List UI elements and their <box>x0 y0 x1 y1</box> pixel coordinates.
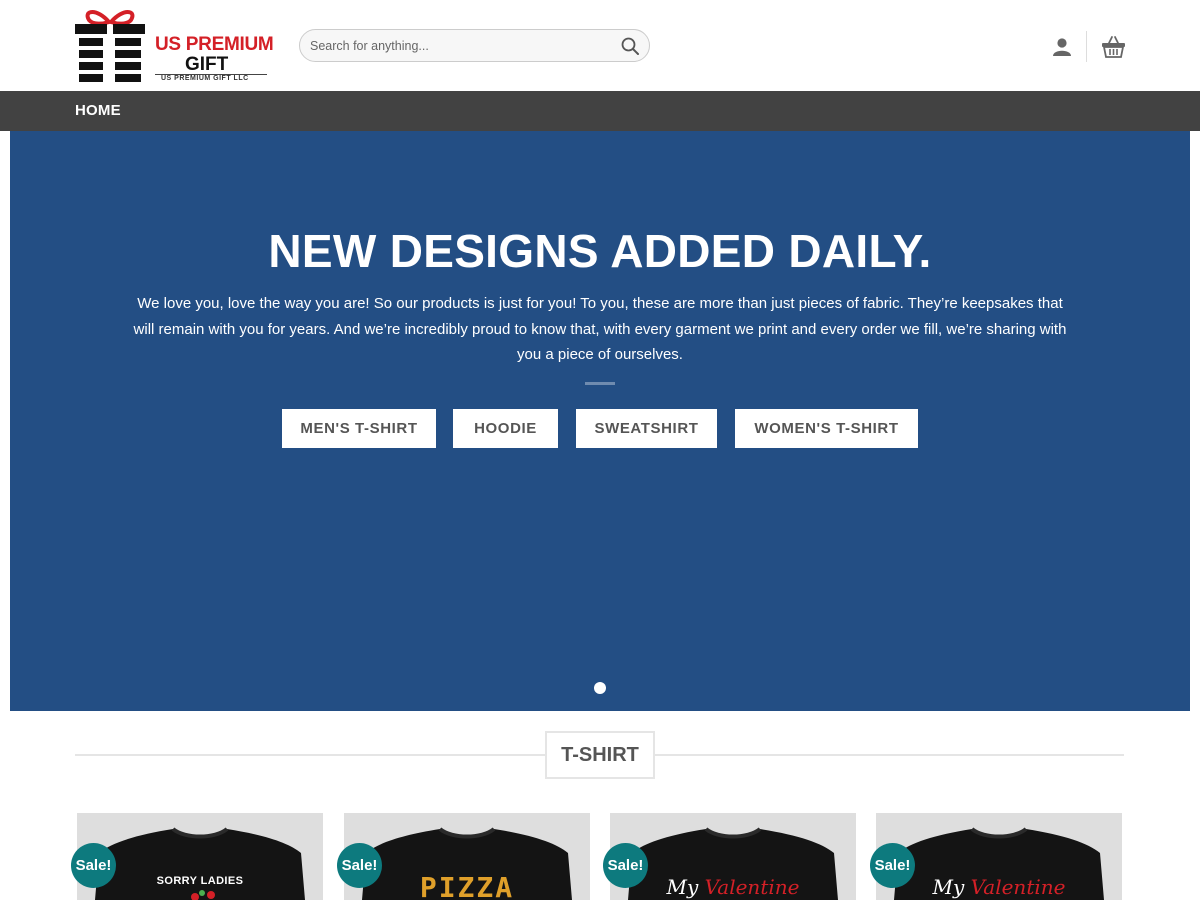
logo-text-company: US PREMIUM GIFT LLC <box>161 75 249 82</box>
sale-badge: Sale! <box>71 843 116 888</box>
shirt-print-word-2: Valentine <box>704 875 800 899</box>
header-divider <box>1086 31 1087 62</box>
sale-badge: Sale! <box>870 843 915 888</box>
shirt-print-text: PIZZA <box>419 871 515 900</box>
section-title: T-SHIRT <box>545 731 655 779</box>
logo-text-secondary: GIFT <box>185 54 229 75</box>
user-account-icon[interactable] <box>1051 36 1073 58</box>
sweatshirt-button[interactable]: SWEATSHIRT <box>576 409 717 448</box>
site-logo[interactable]: US PREMIUM GIFT US PREMIUM GIFT LLC <box>75 8 274 84</box>
hero-separator <box>585 382 615 385</box>
hero-banner: NEW DESIGNS ADDED DAILY. We love you, lo… <box>10 131 1190 711</box>
hoodie-button[interactable]: HOODIE <box>453 409 558 448</box>
gift-box-icon <box>75 10 145 82</box>
shopping-basket-icon[interactable] <box>1101 34 1126 59</box>
logo-text-primary: US PREMIUM <box>155 34 274 55</box>
shirt-print-text: My Valentine <box>876 875 1122 899</box>
section-divider-left <box>75 754 545 756</box>
site-header: US PREMIUM GIFT US PREMIUM GIFT LLC <box>0 0 1200 91</box>
sale-badge: Sale! <box>603 843 648 888</box>
womens-tshirt-button[interactable]: WOMEN'S T-SHIRT <box>735 409 918 448</box>
hero-description: We love you, love the way you are! So ou… <box>133 295 1067 363</box>
search-box <box>299 29 650 62</box>
main-navigation: HOME <box>0 91 1200 131</box>
search-input[interactable] <box>310 37 610 55</box>
search-icon[interactable] <box>620 36 640 56</box>
shirt-print-text: My Valentine <box>610 875 856 899</box>
shirt-print-word-1: My <box>932 875 965 899</box>
section-divider-right <box>655 754 1124 756</box>
shirt-print-word-2: Valentine <box>970 875 1066 899</box>
hero-title: NEW DESIGNS ADDED DAILY. <box>268 225 932 277</box>
sale-badge: Sale! <box>337 843 382 888</box>
slider-dot-active[interactable] <box>594 682 606 694</box>
product-card[interactable]: My Valentine <box>610 813 856 900</box>
nav-item-home[interactable]: HOME <box>75 102 121 119</box>
product-card[interactable]: PIZZA <box>344 813 590 900</box>
shirt-print-word-1: My <box>666 875 699 899</box>
mens-tshirt-button[interactable]: MEN'S T-SHIRT <box>282 409 436 448</box>
